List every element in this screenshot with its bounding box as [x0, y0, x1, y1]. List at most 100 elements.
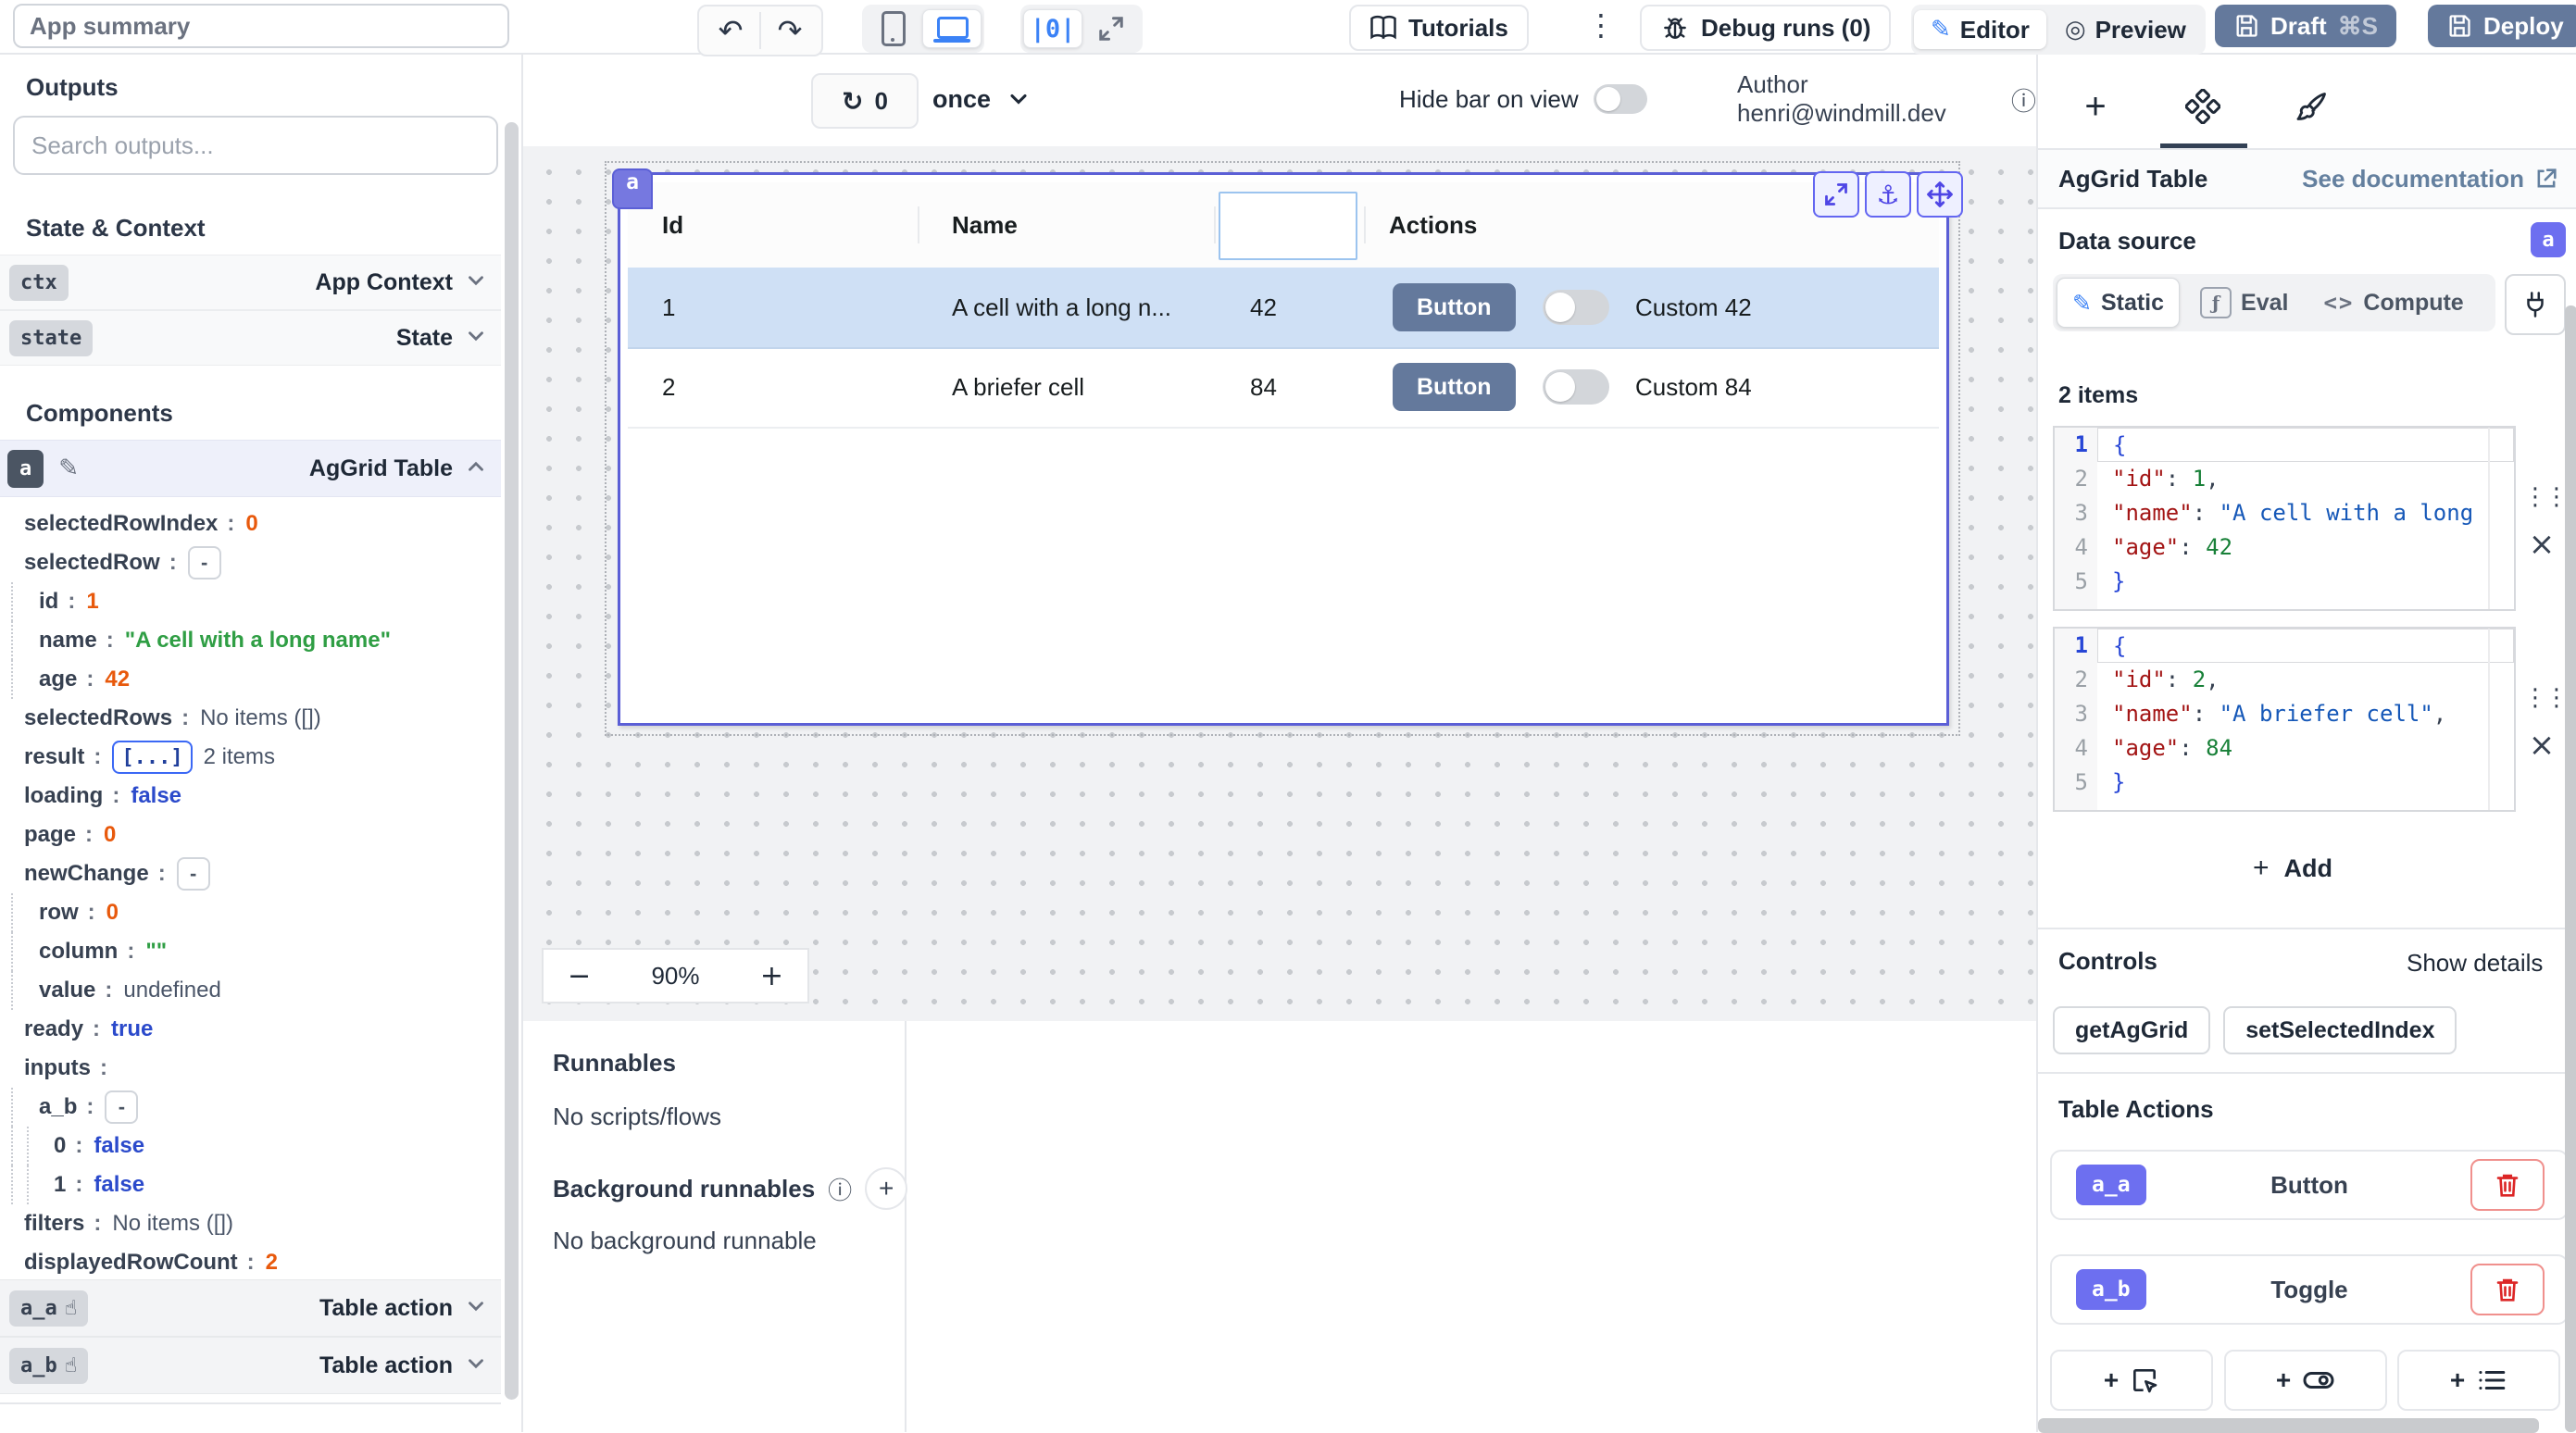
- json-editor[interactable]: 12345{"id": 1,"name": "A cell with a lon…: [2053, 426, 2516, 611]
- constrained-width-button[interactable]: |0|: [1023, 9, 1082, 48]
- drag-handle-icon[interactable]: ⋮⋮: [2523, 684, 2560, 712]
- zoom-out-button[interactable]: −: [568, 960, 591, 992]
- chevron-down-icon[interactable]: [464, 324, 488, 353]
- tree-row-filters[interactable]: filters:No items ([]): [0, 1204, 501, 1243]
- tree-row-page[interactable]: page:0: [0, 816, 501, 854]
- editor-code[interactable]: {"id": 1,"name": "A cell with a long"age…: [2097, 428, 2514, 609]
- component-expand-button[interactable]: [1813, 171, 1859, 218]
- tree-row-result[interactable]: result:[...]2 items: [0, 738, 501, 777]
- drag-handle-icon[interactable]: ⋮⋮: [2523, 483, 2560, 511]
- add-toggle-action-button[interactable]: +: [2224, 1350, 2387, 1411]
- zoom-in-button[interactable]: +: [760, 960, 783, 992]
- tree-row-newChange[interactable]: newChange:-: [0, 854, 501, 893]
- tree-row-name[interactable]: name:"A cell with a long name": [0, 621, 501, 660]
- collapse-toggle[interactable]: -: [188, 546, 221, 579]
- mode-static-button[interactable]: ✎Static: [2057, 278, 2180, 328]
- tree-row-loading[interactable]: loading:false: [0, 777, 501, 816]
- desktop-view-button[interactable]: [922, 9, 982, 48]
- state-context-row-state[interactable]: stateState: [0, 310, 501, 366]
- column-header-actions[interactable]: Actions: [1389, 182, 1477, 268]
- component-header-row[interactable]: a ✎ AgGrid Table: [0, 440, 501, 497]
- row-action-button[interactable]: Button: [1393, 283, 1516, 331]
- full-width-button[interactable]: [1082, 10, 1140, 47]
- info-icon[interactable]: ⓘ: [2011, 81, 2036, 118]
- add-button-action-button[interactable]: +: [2050, 1350, 2213, 1411]
- chevron-down-icon[interactable]: [464, 268, 488, 297]
- collapse-toggle[interactable]: -: [105, 1090, 138, 1124]
- theme-tab[interactable]: [2286, 81, 2338, 132]
- row-action-toggle[interactable]: [1543, 369, 1609, 405]
- column-header-name[interactable]: Name: [952, 182, 1018, 268]
- table-row[interactable]: 1A cell with a long n...42ButtonCustom 4…: [628, 268, 1939, 349]
- debug-runs-button[interactable]: Debug runs (0): [1640, 5, 1891, 51]
- control-setSelectedIndex-button[interactable]: setSelectedIndex: [2223, 1006, 2457, 1054]
- tree-row-age[interactable]: age:42: [0, 660, 501, 699]
- see-documentation-link[interactable]: See documentation: [2302, 165, 2559, 193]
- delete-item-button[interactable]: ×: [2523, 727, 2560, 764]
- deploy-button[interactable]: Deploy: [2428, 5, 2576, 47]
- mode-compute-button[interactable]: <>Compute: [2308, 279, 2478, 327]
- mobile-view-button[interactable]: [865, 10, 922, 47]
- mode-eval-button[interactable]: ƒEval: [2185, 279, 2303, 327]
- refresh-mode-dropdown[interactable]: once: [932, 73, 1032, 125]
- sidebar-scrollbar[interactable]: [505, 122, 519, 1400]
- row-action-button[interactable]: Button: [1393, 363, 1516, 411]
- add-select-action-button[interactable]: +: [2397, 1350, 2560, 1411]
- add-background-runnable-button[interactable]: +: [865, 1167, 907, 1210]
- undo-button[interactable]: ↶: [702, 12, 759, 49]
- canvas-grid[interactable]: a ⚓ IdNameAgeActions 1A cell with a long…: [523, 146, 2036, 1021]
- settings-vertical-scrollbar[interactable]: [2565, 305, 2576, 1432]
- tree-row-row[interactable]: row:0: [0, 893, 501, 932]
- component-move-button[interactable]: [1917, 171, 1963, 218]
- chevron-down-icon[interactable]: [464, 1352, 488, 1380]
- component-anchor-button[interactable]: ⚓: [1865, 171, 1911, 218]
- delete-item-button[interactable]: ×: [2523, 526, 2560, 563]
- settings-horizontal-scrollbar[interactable]: [2038, 1418, 2539, 1433]
- tree-row-value[interactable]: value:undefined: [0, 971, 501, 1010]
- editor-code[interactable]: {"id": 2,"name": "A briefer cell","age":…: [2097, 629, 2514, 810]
- table-row[interactable]: 2A briefer cell84ButtonCustom 84: [628, 347, 1939, 429]
- add-item-button[interactable]: + Add: [2253, 853, 2332, 884]
- edit-component-id-icon[interactable]: ✎: [58, 455, 79, 482]
- table-action-row-a_b[interactable]: a_b☝Table action: [0, 1337, 501, 1394]
- tutorials-button[interactable]: Tutorials: [1349, 5, 1529, 51]
- chevron-down-icon[interactable]: [464, 1294, 488, 1323]
- search-outputs-input[interactable]: [13, 116, 498, 175]
- connect-input-button[interactable]: [2505, 274, 2566, 335]
- delete-action-button[interactable]: [2470, 1159, 2545, 1211]
- row-action-toggle[interactable]: [1543, 290, 1609, 325]
- tree-row-id[interactable]: id:1: [0, 582, 501, 621]
- component-tag[interactable]: a: [612, 168, 653, 209]
- json-editor[interactable]: 12345{"id": 2,"name": "A briefer cell","…: [2053, 627, 2516, 812]
- refresh-button[interactable]: ↻ 0: [811, 73, 919, 129]
- editor-tab[interactable]: ✎ Editor: [1914, 10, 2046, 49]
- tree-row-selectedRow[interactable]: selectedRow:-: [0, 543, 501, 582]
- tree-row-inputs[interactable]: inputs:: [0, 1049, 501, 1088]
- show-details-link[interactable]: Show details: [2407, 949, 2543, 978]
- state-context-row-ctx[interactable]: ctxApp Context: [0, 255, 501, 310]
- table-action-row-a_a[interactable]: a_a☝Table action: [0, 1279, 501, 1337]
- app-summary-input[interactable]: [13, 4, 509, 48]
- tree-row-displayedRowCount[interactable]: displayedRowCount:2: [0, 1243, 501, 1282]
- redo-button[interactable]: ↷: [761, 12, 819, 49]
- component-settings-tab[interactable]: [2177, 81, 2229, 132]
- draft-button[interactable]: Draft ⌘S: [2215, 5, 2396, 47]
- tree-row-a_b[interactable]: a_b:-: [0, 1088, 501, 1127]
- more-menu-button[interactable]: ⋮: [1577, 7, 1625, 43]
- hide-bar-toggle[interactable]: [1594, 84, 1647, 114]
- tree-row-selectedRows[interactable]: selectedRows:No items ([]): [0, 699, 501, 738]
- tree-row-1[interactable]: 1:false: [0, 1165, 501, 1204]
- column-header-id[interactable]: Id: [662, 182, 683, 268]
- preview-tab[interactable]: ◎ Preview: [2048, 10, 2203, 49]
- tree-row-0[interactable]: 0:false: [0, 1127, 501, 1165]
- tree-row-selectedRowIndex[interactable]: selectedRowIndex:0: [0, 505, 501, 543]
- aggrid-table-component[interactable]: IdNameAgeActions 1A cell with a long n..…: [618, 172, 1949, 726]
- tree-row-column[interactable]: column:"": [0, 932, 501, 971]
- chevron-up-icon[interactable]: [464, 455, 488, 483]
- info-icon[interactable]: ⓘ: [828, 1172, 852, 1206]
- result-expand-button[interactable]: [...]: [112, 741, 192, 774]
- control-getAgGrid-button[interactable]: getAgGrid: [2053, 1006, 2210, 1054]
- collapse-toggle[interactable]: -: [177, 857, 210, 891]
- delete-action-button[interactable]: [2470, 1264, 2545, 1315]
- tree-row-ready[interactable]: ready:true: [0, 1010, 501, 1049]
